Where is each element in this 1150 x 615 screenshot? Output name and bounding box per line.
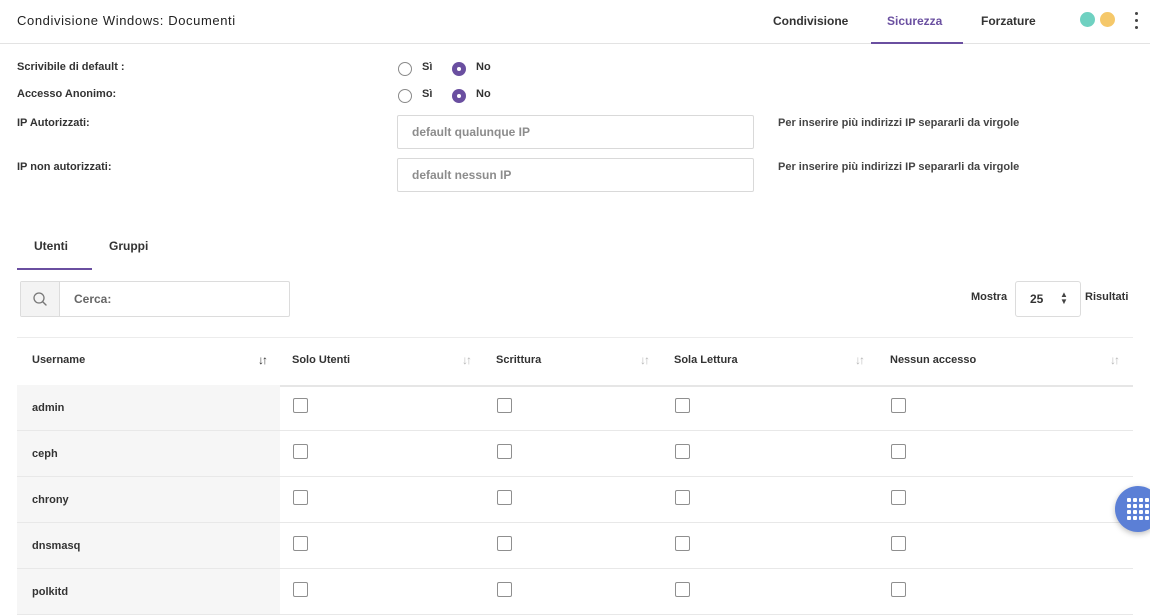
sort-icon[interactable]: ↓↑ [258, 353, 268, 367]
checkbox-solo-utenti[interactable] [293, 398, 308, 413]
col-nessun-accesso[interactable]: Nessun accesso [890, 354, 976, 366]
col-username[interactable]: Username [32, 354, 85, 366]
username: polkitd [32, 586, 69, 598]
show-label: Mostra [971, 291, 1008, 303]
table-row: ceph [17, 431, 1133, 477]
ip-non-autorizzati-label: IP non autorizzati: [17, 161, 112, 173]
scrivibile-si-radio[interactable] [398, 62, 412, 76]
table-row: admin [17, 385, 1133, 431]
checkbox-solo-utenti[interactable] [293, 490, 308, 505]
scrivibile-label: Scrivibile di default : [17, 61, 125, 73]
page-size-value: 25 [1030, 292, 1044, 306]
search-icon [33, 292, 47, 306]
tab-forzature[interactable]: Forzature [981, 14, 1036, 28]
checkbox-sola-lettura[interactable] [675, 444, 690, 459]
ip-autorizzati-hint: Per inserire più indirizzi IP separarli … [778, 117, 1020, 129]
search-box [20, 281, 290, 317]
table-row: dnsmasq [17, 523, 1133, 569]
sort-icon[interactable]: ↓↑ [855, 353, 865, 367]
checkbox-scrittura[interactable] [497, 536, 512, 551]
username: admin [32, 402, 65, 414]
active-tab-indicator [871, 42, 963, 44]
table-row: chrony [17, 477, 1133, 523]
col-solo-utenti[interactable]: Solo Utenti [292, 354, 350, 366]
checkbox-nessun-accesso[interactable] [891, 444, 906, 459]
anonimo-label: Accesso Anonimo: [17, 88, 117, 100]
inner-tab-indicator [17, 268, 92, 270]
search-input[interactable] [60, 282, 288, 316]
scrivibile-no-radio[interactable] [452, 62, 466, 76]
ip-non-autorizzati-input[interactable] [397, 158, 754, 192]
checkbox-scrittura[interactable] [497, 490, 512, 505]
page-size-select[interactable]: 25 ▲ ▼ [1015, 281, 1081, 317]
tab-gruppi[interactable]: Gruppi [109, 239, 148, 253]
ip-autorizzati-label: IP Autorizzati: [17, 117, 90, 129]
tab-utenti[interactable]: Utenti [34, 239, 68, 253]
chevron-updown-icon: ▲ ▼ [1060, 290, 1068, 306]
anonimo-no-radio[interactable] [452, 89, 466, 103]
table-header: Username ↓↑ Solo Utenti ↓↑ Scrittura ↓↑ … [17, 337, 1133, 387]
tab-sicurezza[interactable]: Sicurezza [887, 14, 942, 28]
ip-autorizzati-input[interactable] [397, 115, 754, 149]
status-dot-teal[interactable] [1080, 12, 1095, 27]
checkbox-nessun-accesso[interactable] [891, 490, 906, 505]
checkbox-sola-lettura[interactable] [675, 490, 690, 505]
username: dnsmasq [32, 540, 81, 552]
kebab-menu-icon[interactable] [1131, 10, 1141, 32]
sort-icon[interactable]: ↓↑ [462, 353, 472, 367]
col-sola-lettura[interactable]: Sola Lettura [674, 354, 738, 366]
scrivibile-si-label: Sì [422, 61, 433, 73]
status-dot-yellow[interactable] [1100, 12, 1115, 27]
checkbox-sola-lettura[interactable] [675, 536, 690, 551]
username: ceph [32, 448, 58, 460]
page-title: Condivisione Windows: Documenti [17, 13, 236, 28]
tab-condivisione[interactable]: Condivisione [773, 14, 848, 28]
anonimo-si-label: Sì [422, 88, 433, 100]
checkbox-solo-utenti[interactable] [293, 536, 308, 551]
search-addon [21, 282, 60, 316]
checkbox-sola-lettura[interactable] [675, 398, 690, 413]
anonimo-si-radio[interactable] [398, 89, 412, 103]
grid-apps-icon [1127, 498, 1149, 520]
page-header: Condivisione Windows: Documenti Condivis… [0, 0, 1150, 44]
ip-non-autorizzati-hint: Per inserire più indirizzi IP separarli … [778, 161, 1020, 173]
sort-icon[interactable]: ↓↑ [640, 353, 650, 367]
checkbox-scrittura[interactable] [497, 444, 512, 459]
scrivibile-no-label: No [476, 61, 491, 73]
checkbox-solo-utenti[interactable] [293, 444, 308, 459]
checkbox-scrittura[interactable] [497, 398, 512, 413]
anonimo-no-label: No [476, 88, 491, 100]
username: chrony [32, 494, 69, 506]
checkbox-nessun-accesso[interactable] [891, 398, 906, 413]
results-label: Risultati [1085, 291, 1129, 303]
checkbox-nessun-accesso[interactable] [891, 536, 906, 551]
table-row: polkitd [17, 569, 1133, 615]
sort-icon[interactable]: ↓↑ [1110, 353, 1120, 367]
col-scrittura[interactable]: Scrittura [496, 354, 541, 366]
